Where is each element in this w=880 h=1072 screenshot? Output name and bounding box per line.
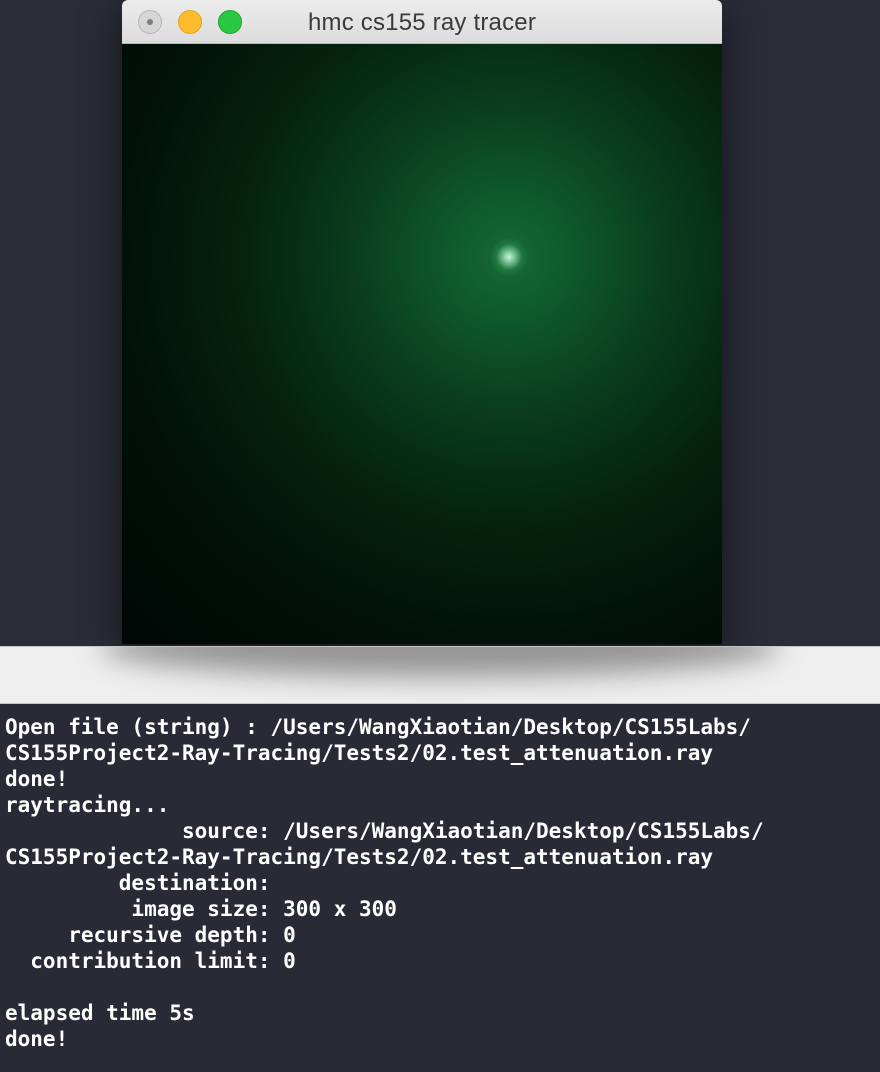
console-line: destination: bbox=[5, 871, 271, 895]
console-line: Open file (string) : /Users/WangXiaotian… bbox=[5, 715, 751, 739]
console-line: recursive depth: 0 bbox=[5, 923, 296, 947]
window-title: hmc cs155 ray tracer bbox=[307, 9, 537, 36]
console-line: raytracing... bbox=[5, 793, 170, 817]
panel-divider[interactable] bbox=[0, 646, 880, 704]
console-line: source: /Users/WangXiaotian/Desktop/CS15… bbox=[5, 819, 764, 843]
raytraced-image bbox=[122, 44, 722, 644]
console-output[interactable]: Open file (string) : /Users/WangXiaotian… bbox=[0, 704, 880, 1072]
console-line: elapsed time 5s bbox=[5, 1001, 195, 1025]
console-line: image size: 300 x 300 bbox=[5, 897, 397, 921]
console-line: done! bbox=[5, 1027, 69, 1051]
ray-tracer-window: hmc cs155 ray tracer bbox=[122, 0, 722, 644]
console-line: CS155Project2-Ray-Tracing/Tests2/02.test… bbox=[5, 741, 714, 765]
console-line: done! bbox=[5, 767, 69, 791]
window-titlebar[interactable]: hmc cs155 ray tracer bbox=[122, 0, 722, 44]
console-line: contribution limit: 0 bbox=[5, 949, 296, 973]
console-line: CS155Project2-Ray-Tracing/Tests2/02.test… bbox=[5, 845, 714, 869]
